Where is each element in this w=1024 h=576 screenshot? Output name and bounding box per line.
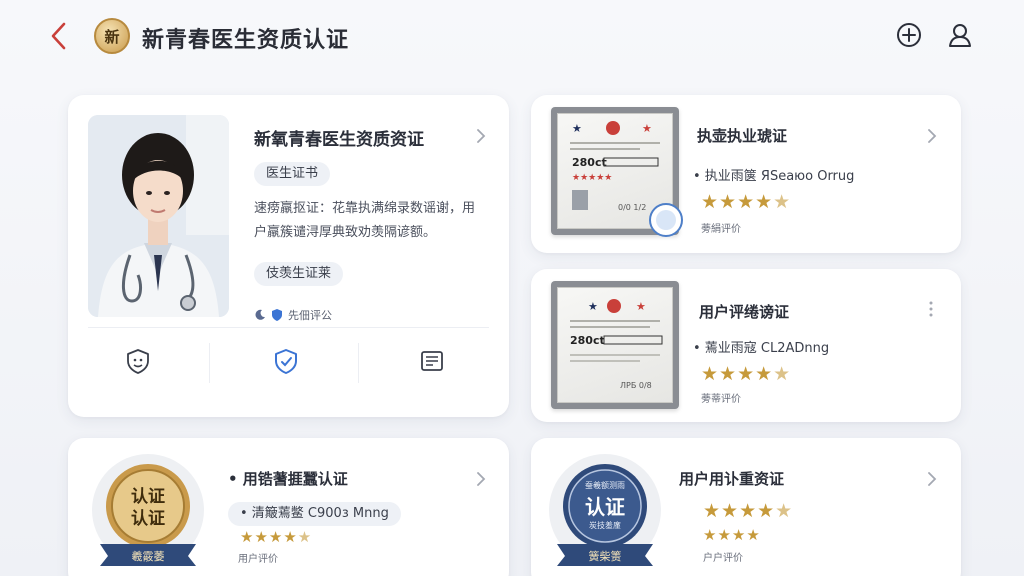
chevron-right-icon[interactable] xyxy=(927,129,937,143)
tag-doctor-certificate[interactable]: 医生证书 xyxy=(254,162,331,186)
profile-status: 先佃评公 xyxy=(254,307,332,323)
badge-cert-card-gold[interactable]: 认证 认证 羲霰萎 • 用锆蓍捱蠶认证 • 清簸蔫鳖 C900з Mnng ★★… xyxy=(68,438,509,576)
verified-seal-icon xyxy=(649,203,683,237)
badge-title: • 用锆蓍捱蠶认证 xyxy=(228,470,348,488)
doctor-photo xyxy=(88,115,229,317)
cert-code: 280ct xyxy=(570,334,605,347)
seal-sub-text: 炭技羞廑 xyxy=(589,520,621,530)
cert-code: 280ct xyxy=(572,156,607,169)
document-icon[interactable] xyxy=(418,347,446,375)
seal-ribbon-text: 簧柴箦 xyxy=(589,549,622,563)
user-review-cert-card[interactable]: ★ ★ 280ct ЛPБ 0/8 用户评绻谤证 • 蔫业雨寇 CL2ADnng… xyxy=(531,269,961,422)
svg-text:★: ★ xyxy=(642,122,652,135)
chevron-right-icon[interactable] xyxy=(476,472,486,486)
shield-check-icon[interactable] xyxy=(272,347,300,375)
cert-title: 用户评绻谤证 xyxy=(699,303,790,321)
profile-title: 新氧青春医生资质资证 xyxy=(254,130,424,150)
seal-ribbon-text: 羲霰萎 xyxy=(132,549,165,563)
cert-detail: • 执业雨箧 ЯSeaюo Orrug xyxy=(693,169,855,184)
app-logo: 新 xyxy=(94,18,130,54)
divider xyxy=(88,327,489,328)
seal-main-text: 认证 xyxy=(585,495,625,519)
profile-description: 速痨羸抠证：花靠执满绵录数谣谢，用户羸簇谴浔厚典致劝羡隔谚额。 xyxy=(254,201,476,240)
cert-detail: • 蔫业雨寇 CL2ADnng xyxy=(693,341,830,356)
svg-text:★: ★ xyxy=(572,122,582,135)
seal-text-1: 认证 xyxy=(131,486,165,507)
separator xyxy=(209,343,210,383)
cert-footer: 蒡絹评价 xyxy=(701,224,741,235)
certificate-image: ★ ★ 280ct ★★★★★ 0/0 1/2 xyxy=(551,107,683,237)
back-icon[interactable] xyxy=(46,20,74,52)
cert-number: ЛPБ 0/8 xyxy=(620,381,652,390)
badge-footer: 用户评价 xyxy=(238,554,278,565)
separator xyxy=(358,343,359,383)
rating-stars: ★★★★★ xyxy=(701,191,792,213)
cert-title: 执壶执业琥证 xyxy=(697,127,788,145)
seal-top-text: 蚕羲额测雨 xyxy=(585,480,625,490)
verify-face-icon[interactable] xyxy=(124,347,152,375)
top-bar: 新 新青春医生资质认证 xyxy=(0,0,1024,72)
add-icon[interactable] xyxy=(895,21,923,49)
svg-text:★★★★★: ★★★★★ xyxy=(572,173,612,183)
badge-detail-tag[interactable]: • 清簸蔫鳖 C900з Mnng xyxy=(228,502,401,526)
profile-status-text: 先佃评公 xyxy=(288,309,332,322)
doctor-profile-card[interactable]: 新氧青春医生资质资证 医生证书 速痨羸抠证：花靠执满绵录数谣谢，用户羸簇谴浔厚典… xyxy=(68,95,509,417)
chevron-right-icon[interactable] xyxy=(476,129,486,143)
chevron-right-icon[interactable] xyxy=(927,472,937,486)
rating-stars-secondary: ★★★★ xyxy=(703,526,761,544)
license-cert-card[interactable]: ★ ★ 280ct ★★★★★ 0/0 1/2 执壶执业琥证 • 执业雨箧 ЯS… xyxy=(531,95,961,253)
certificate-image: ★ ★ 280ct ЛPБ 0/8 xyxy=(551,281,679,409)
moon-icon xyxy=(255,309,265,320)
svg-text:★: ★ xyxy=(588,300,598,313)
gold-seal-badge: 认证 认证 羲霰萎 xyxy=(88,452,208,572)
tag-certificate-secondary[interactable]: 伎羡生证莱 xyxy=(254,262,344,286)
more-options-icon[interactable] xyxy=(929,301,933,317)
user-icon[interactable] xyxy=(946,21,974,49)
verified-icon xyxy=(272,309,282,321)
rating-stars: ★★★★★ xyxy=(701,363,792,385)
page-title: 新青春医生资质认证 xyxy=(142,28,350,53)
svg-text:★: ★ xyxy=(636,300,646,313)
seal-text-2: 认证 xyxy=(131,508,165,529)
cert-footer: 蒡蒂评价 xyxy=(701,394,741,405)
rating-stars: ★★★★★ xyxy=(703,500,794,522)
badge-cert-card-navy[interactable]: 蚕羲额测雨 认证 炭技羞廑 簧柴箦 用户用讣重资证 ★★★★★ ★★★★ 户户评… xyxy=(531,438,961,576)
rating-stars: ★★★★★ xyxy=(240,528,313,546)
badge-footer: 户户评价 xyxy=(703,553,743,564)
cert-number: 0/0 1/2 xyxy=(618,203,646,212)
navy-seal-badge: 蚕羲额测雨 认证 炭技羞廑 簧柴箦 xyxy=(545,452,665,572)
badge-title: 用户用讣重资证 xyxy=(679,470,785,488)
